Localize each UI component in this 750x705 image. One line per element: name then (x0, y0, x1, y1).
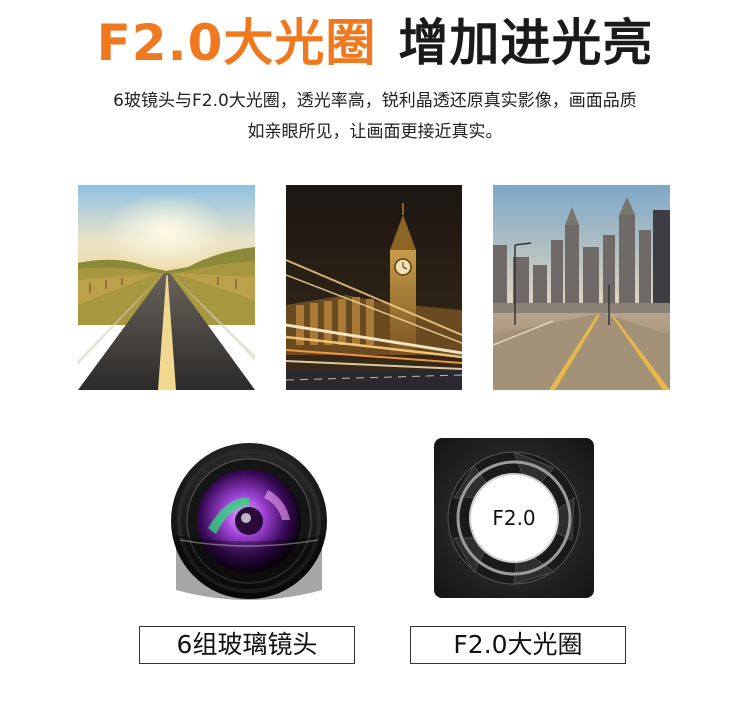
photo-city-street (493, 185, 670, 390)
aperture-caption: F2.0大光圈 (410, 626, 626, 664)
photo-big-ben-night (286, 185, 462, 390)
camera-lens-icon (168, 440, 330, 602)
photo-countryside-road (78, 185, 255, 390)
headline: F2.0大光圈 增加进光亮 (0, 8, 750, 78)
headline-accent: F2.0大光圈 (96, 14, 377, 72)
description-line-2: 如亲眼所见，让画面更接近真实。 (247, 122, 503, 142)
aperture-icon: F2.0 (434, 438, 594, 598)
headline-main: 增加进光亮 (398, 14, 654, 72)
description-line-1: 6玻镜头与F2.0大光圈，透光率高，锐利晶透还原真实影像，画面品质 (113, 91, 637, 111)
lens-caption: 6组玻璃镜头 (139, 626, 355, 664)
aperture-label: F2.0 (492, 506, 536, 530)
